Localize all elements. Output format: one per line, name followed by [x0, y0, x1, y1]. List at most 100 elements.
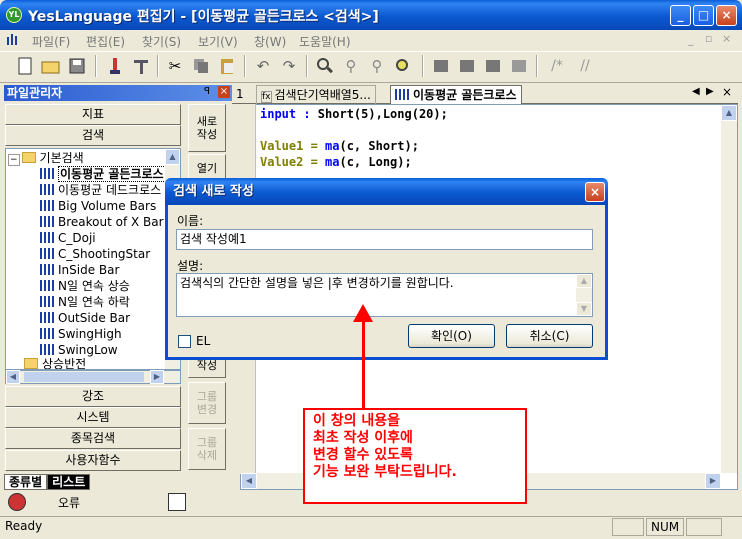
copy-icon[interactable]: [190, 55, 212, 77]
toolbar-separator: [95, 55, 97, 77]
mdi-close-icon[interactable]: ×: [722, 32, 731, 45]
compile-icon[interactable]: [104, 55, 126, 77]
scroll-up-icon[interactable]: ▲: [576, 274, 592, 288]
tree-folder[interactable]: 상승반전: [24, 356, 86, 369]
cut-icon[interactable]: ✂: [164, 55, 186, 77]
find-next-icon[interactable]: ⚲: [340, 55, 362, 77]
bookmark-toggle-icon[interactable]: [430, 55, 452, 77]
tab-doc-2[interactable]: fx 검색단기역배열5...: [256, 85, 376, 104]
tab-by-type[interactable]: 종류별: [4, 474, 48, 490]
annotation-arrow: [362, 320, 365, 408]
tree-hscrollbar[interactable]: ◀ ▶: [5, 370, 181, 384]
tree-item[interactable]: OutSide Bar: [40, 310, 130, 326]
error-label: 오류: [58, 496, 81, 510]
category-system[interactable]: 시스템: [5, 407, 181, 428]
mdi-restore-icon[interactable]: ▫: [705, 32, 712, 45]
window-title: YesLanguage 편집기 - [이동평균 골든크로스 <검색>]: [28, 9, 379, 25]
tree-item[interactable]: C_Doji: [40, 230, 96, 246]
code-line-3: Value1 = ma(c, Short);: [260, 139, 419, 153]
tree-item[interactable]: 이동평균 데드크로스: [40, 182, 161, 198]
menu-window[interactable]: 창(W): [254, 33, 286, 50]
group-change-button: 그룹 변경: [188, 382, 226, 424]
name-field[interactable]: 검색 작성예1: [176, 229, 593, 250]
code-line-1: input : Short(5),Long(20);: [260, 107, 448, 121]
paste-icon[interactable]: [216, 55, 238, 77]
chart-icon: [40, 328, 54, 339]
category-search[interactable]: 검색: [5, 125, 181, 146]
tab-doc-1[interactable]: 1: [232, 85, 248, 104]
tree-item[interactable]: Breakout of X Bar: [40, 214, 164, 230]
chart-icon: [40, 296, 54, 307]
menu-find[interactable]: 찾기(S): [142, 33, 181, 50]
replace-icon[interactable]: [392, 55, 414, 77]
tree-item[interactable]: SwingHigh: [40, 326, 122, 342]
close-button[interactable]: ×: [716, 5, 737, 26]
toolbar-separator: [536, 55, 538, 77]
new-file-icon[interactable]: [14, 55, 36, 77]
category-stock-search[interactable]: 종목검색: [5, 428, 181, 449]
tree-item[interactable]: C_ShootingStar: [40, 246, 150, 262]
menu-edit[interactable]: 편집(E): [86, 33, 125, 50]
chart-menu-icon: [7, 34, 17, 45]
scroll-left-icon[interactable]: ◀: [241, 473, 257, 489]
error-search-icon[interactable]: [168, 493, 186, 511]
status-cell-num: NUM: [646, 518, 684, 536]
scroll-thumb[interactable]: [24, 372, 144, 382]
category-indicator[interactable]: 지표: [5, 104, 181, 125]
scroll-left-icon[interactable]: ◀: [6, 370, 20, 384]
tab-scroll-right-icon[interactable]: ▶: [706, 86, 714, 97]
maximize-button[interactable]: □: [693, 5, 714, 26]
editor-scrollbar[interactable]: [721, 105, 737, 473]
find-prev-icon[interactable]: ⚲: [366, 55, 388, 77]
minimize-button[interactable]: _: [670, 5, 691, 26]
scroll-down-icon[interactable]: ▼: [576, 302, 592, 316]
tree-item[interactable]: N일 연속 상승: [40, 278, 130, 294]
open-folder-icon[interactable]: [40, 55, 62, 77]
el-checkbox-label: EL: [196, 334, 211, 348]
tree-item[interactable]: 이동평균 골든크로스: [40, 166, 166, 182]
cancel-button[interactable]: 취소(C): [506, 324, 593, 348]
undo-icon[interactable]: ↶: [252, 55, 274, 77]
collapse-icon[interactable]: −: [8, 154, 20, 166]
menu-file[interactable]: 파일(F): [32, 33, 70, 50]
tools-icon[interactable]: [130, 55, 152, 77]
save-icon[interactable]: [66, 55, 88, 77]
toolbar-separator: [244, 55, 246, 77]
chart-icon: [40, 168, 54, 179]
el-checkbox[interactable]: [178, 335, 191, 348]
tree-item[interactable]: N일 연속 하락: [40, 294, 130, 310]
pin-icon[interactable]: ꟼ: [204, 86, 210, 97]
chart-icon: [40, 264, 54, 275]
scroll-right-icon[interactable]: ▶: [150, 370, 164, 384]
description-field[interactable]: 검색식의 간단한 설명을 넣은 |후 변경하기를 원합니다.: [176, 273, 593, 317]
scroll-up-icon[interactable]: ▲: [165, 149, 180, 165]
tree-folder-basic[interactable]: − 기본검색: [8, 150, 84, 166]
redo-icon[interactable]: ↷: [278, 55, 300, 77]
comment-icon[interactable]: /*: [546, 55, 568, 77]
scroll-right-icon[interactable]: ▶: [705, 473, 721, 489]
tab-scroll-left-icon[interactable]: ◀: [692, 86, 700, 97]
category-emphasis[interactable]: 강조: [5, 386, 181, 407]
status-text: Ready: [5, 519, 43, 533]
tree-item[interactable]: Big Volume Bars: [40, 198, 156, 214]
new-button[interactable]: 새로 작성: [188, 104, 226, 152]
menu-view[interactable]: 보기(V): [198, 33, 238, 50]
bookmark-next-icon[interactable]: [456, 55, 478, 77]
chart-icon: [40, 312, 54, 323]
bookmark-clear-icon[interactable]: [508, 55, 530, 77]
category-user-function[interactable]: 사용자함수: [5, 450, 181, 471]
ok-button[interactable]: 확인(O): [408, 324, 495, 348]
group-delete-button: 그룹 삭제: [188, 428, 226, 470]
line-comment-icon[interactable]: //: [574, 55, 596, 77]
menu-help[interactable]: 도움말(H): [299, 33, 351, 50]
panel-close-icon[interactable]: ×: [218, 86, 230, 98]
tab-close-icon[interactable]: ×: [722, 85, 732, 99]
bookmark-prev-icon[interactable]: [482, 55, 504, 77]
tab-doc-active[interactable]: 이동평균 골든크로스: [390, 85, 522, 104]
scroll-up-icon[interactable]: ▲: [721, 105, 737, 121]
tab-list[interactable]: 리스트: [47, 474, 91, 490]
mdi-minimize-icon[interactable]: _: [688, 33, 694, 46]
dialog-close-button[interactable]: ×: [585, 182, 605, 202]
tree-item[interactable]: InSide Bar: [40, 262, 119, 278]
find-icon[interactable]: [314, 55, 336, 77]
